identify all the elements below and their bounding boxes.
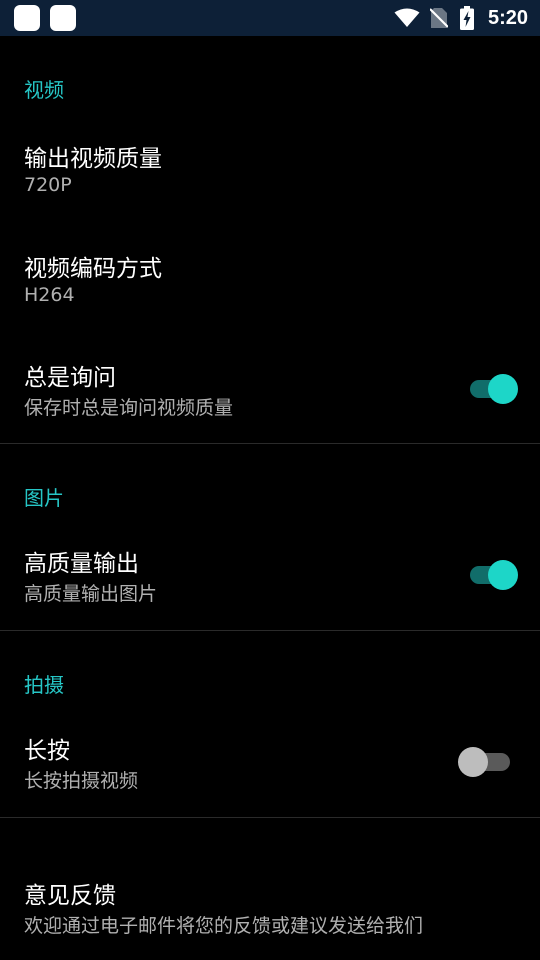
pref-summary: H264 — [24, 284, 75, 306]
category-picture-header: 图片 — [24, 486, 64, 510]
long-press-toggle[interactable] — [458, 744, 512, 778]
app-notification-icon — [14, 5, 40, 31]
pref-title: 总是询问 — [24, 365, 116, 391]
app-notification-icon — [50, 5, 76, 31]
pref-title: 输出视频质量 — [24, 146, 162, 172]
toggle-thumb — [488, 374, 518, 404]
pref-summary: 高质量输出图片 — [24, 583, 158, 605]
toggle-thumb — [458, 747, 488, 777]
pref-summary: 保存时总是询问视频质量 — [24, 397, 234, 419]
pref-summary: 欢迎通过电子邮件将您的反馈或建议发送给我们 — [24, 915, 424, 937]
settings-list[interactable]: 视频 输出视频质量 720P 视频编码方式 H264 总是询问 保存时总是询问视… — [0, 36, 540, 960]
category-capture-header: 拍摄 — [24, 673, 64, 697]
clock: 5:20 — [487, 6, 528, 29]
section-divider — [0, 443, 540, 444]
pref-title: 长按 — [24, 738, 70, 764]
pref-video-encoding[interactable]: 视频编码方式 H264 — [0, 234, 540, 344]
pref-always-ask[interactable]: 总是询问 保存时总是询问视频质量 — [0, 344, 540, 444]
status-icons: 5:20 — [394, 0, 540, 36]
toggle-thumb — [488, 560, 518, 590]
pref-title: 意见反馈 — [24, 883, 116, 909]
pref-summary: 720P — [24, 174, 72, 196]
pref-title: 视频编码方式 — [24, 256, 162, 282]
status-bar: 5:20 — [0, 0, 540, 36]
wifi-icon — [394, 8, 420, 28]
pref-title: 高质量输出 — [24, 551, 139, 577]
pref-long-press[interactable]: 长按 长按拍摄视频 — [0, 718, 540, 818]
section-divider — [0, 630, 540, 631]
section-divider — [0, 817, 540, 818]
pref-high-quality-output[interactable]: 高质量输出 高质量输出图片 — [0, 532, 540, 630]
battery-charging-icon — [459, 6, 474, 30]
always-ask-toggle[interactable] — [468, 371, 518, 405]
pref-feedback[interactable]: 意见反馈 欢迎通过电子邮件将您的反馈或建议发送给我们 — [0, 856, 540, 960]
pref-output-video-quality[interactable]: 输出视频质量 720P — [0, 124, 540, 234]
high-quality-output-toggle[interactable] — [468, 557, 518, 591]
category-video-header: 视频 — [24, 78, 64, 102]
pref-summary: 长按拍摄视频 — [24, 770, 139, 792]
no-sim-icon — [429, 7, 448, 29]
